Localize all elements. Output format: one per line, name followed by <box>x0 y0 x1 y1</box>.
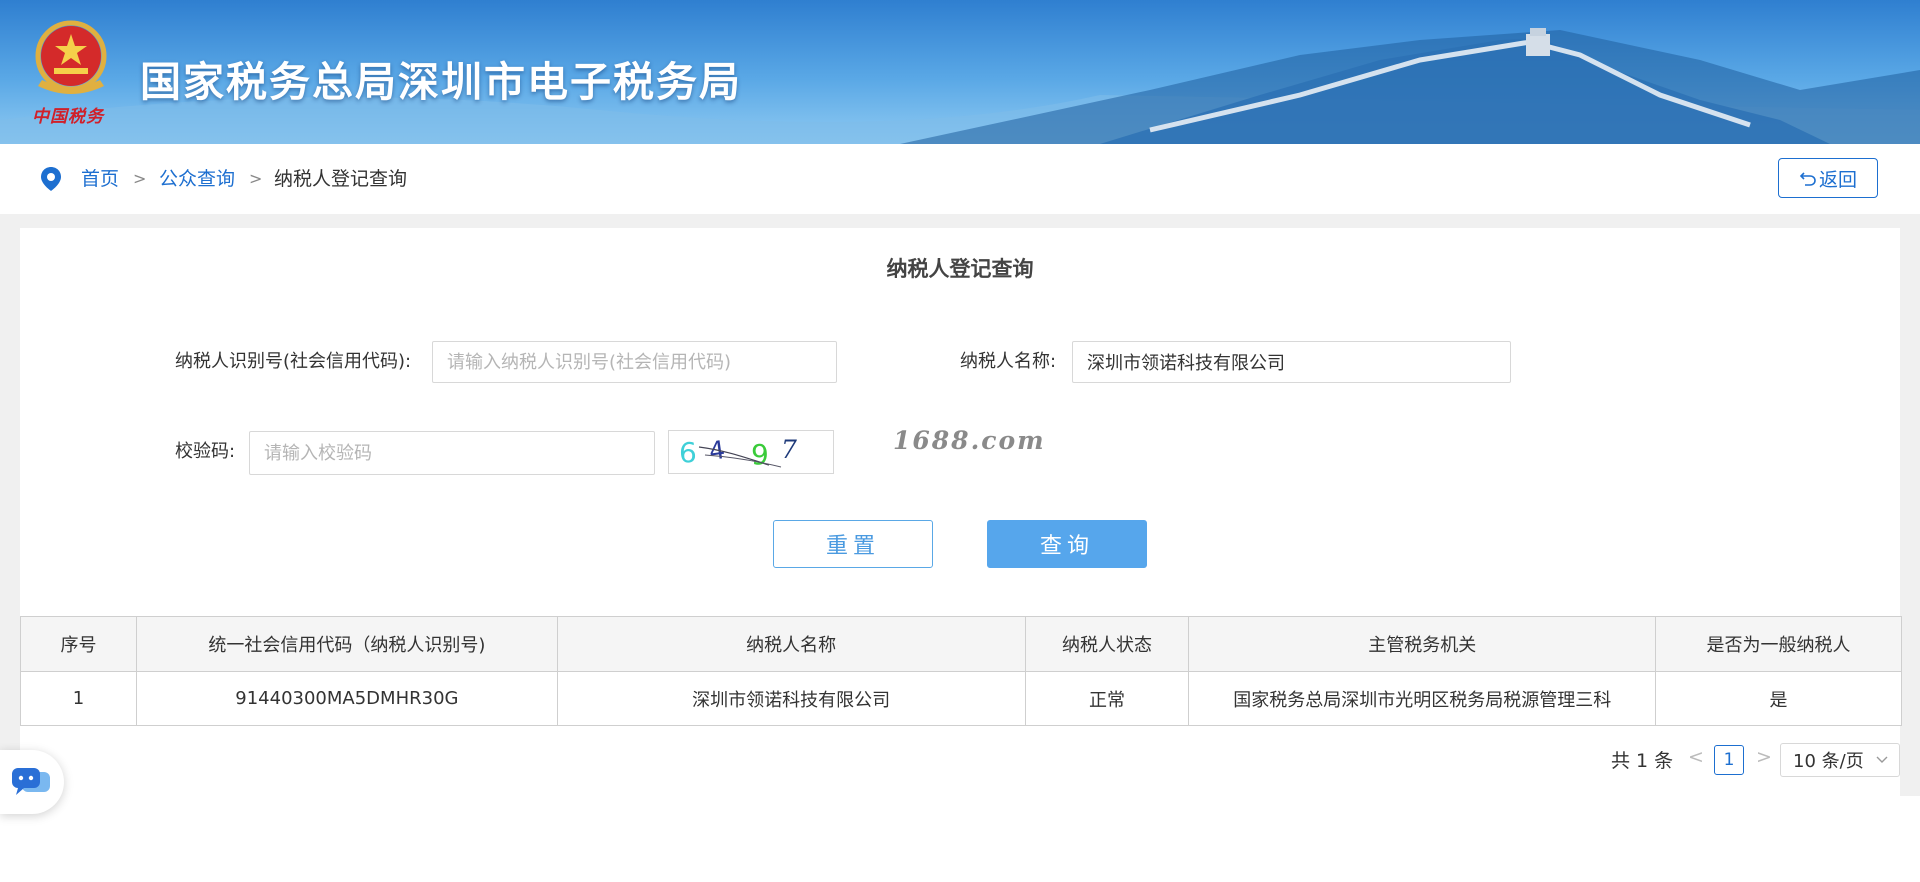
cell-taxpayer-name: 深圳市领诺科技有限公司 <box>556 671 1026 726</box>
emblem-caption: 中国税务 <box>32 107 104 127</box>
breadcrumb: 首页 > 公众查询 > 纳税人登记查询 <box>0 144 1920 214</box>
table-row: 1 91440300MA5DMHR30G 深圳市领诺科技有限公司 正常 国家税务… <box>20 671 1902 726</box>
chat-bubble-icon <box>12 768 50 795</box>
taxpayer-name-input[interactable] <box>1072 341 1511 383</box>
verify-code-input[interactable] <box>249 431 655 475</box>
back-button-label: 返回 <box>1818 168 1857 191</box>
header-banner: 中国税务 国家税务总局深圳市电子税务局 <box>0 0 1920 144</box>
column-header-general-taxpayer: 是否为一般纳税人 <box>1655 616 1902 672</box>
verify-code-label: 校验码: <box>175 441 236 462</box>
page-title: 纳税人登记查询 <box>886 257 1034 281</box>
taxpayer-name-label: 纳税人名称: <box>960 351 1057 372</box>
back-button[interactable]: 返回 <box>1778 158 1878 198</box>
cell-tax-authority: 国家税务总局深圳市光明区税务局税源管理三科 <box>1188 671 1657 726</box>
captcha-char: 6 <box>679 436 697 469</box>
captcha-graphic: 6 4 9 7 <box>679 435 797 471</box>
column-header-taxpayer-name: 纳税人名称 <box>556 616 1026 672</box>
column-header-tax-authority: 主管税务机关 <box>1188 616 1657 672</box>
table-header-row: 序号 统一社会信用代码（纳税人识别号) 纳税人名称 纳税人状态 主管税务机关 是… <box>20 616 1902 672</box>
column-header-taxpayer-status: 纳税人状态 <box>1024 616 1190 672</box>
pagination-page-1[interactable]: 1 <box>1714 745 1744 775</box>
taxpayer-id-input[interactable] <box>432 341 837 383</box>
captcha-char: 9 <box>751 438 769 471</box>
location-pin-icon <box>41 167 61 191</box>
breadcrumb-current: 纳税人登记查询 <box>274 168 408 190</box>
chat-assistant-button[interactable] <box>0 750 64 814</box>
page-size-value: 10 条/页 <box>1793 751 1864 772</box>
pagination-total: 共 1 条 <box>1611 750 1674 772</box>
chevron-down-icon <box>1876 756 1888 763</box>
watermark: 1688.com <box>893 426 1046 455</box>
captcha-image[interactable]: 6 4 9 7 <box>668 430 834 474</box>
query-button[interactable]: 查询 <box>987 520 1147 568</box>
cell-taxpayer-status: 正常 <box>1024 671 1190 726</box>
taxpayer-id-label: 纳税人识别号(社会信用代码): <box>175 351 412 372</box>
undo-arrow-icon <box>1799 172 1816 186</box>
column-header-index: 序号 <box>20 616 137 672</box>
cell-credit-code: 91440300MA5DMHR30G <box>135 671 558 726</box>
pagination-next-button[interactable]: > <box>1756 746 1772 768</box>
cell-index: 1 <box>20 671 137 726</box>
breadcrumb-public-query-link[interactable]: 公众查询 <box>159 166 235 192</box>
breadcrumb-separator: > <box>133 169 147 188</box>
captcha-char: 7 <box>781 435 797 464</box>
cell-general-taxpayer: 是 <box>1655 671 1902 726</box>
page-size-select[interactable]: 10 条/页 <box>1780 743 1900 777</box>
reset-button[interactable]: 重置 <box>773 520 933 568</box>
result-table: 序号 统一社会信用代码（纳税人识别号) 纳税人名称 纳税人状态 主管税务机关 是… <box>20 616 1902 726</box>
column-header-credit-code: 统一社会信用代码（纳税人识别号) <box>135 616 558 672</box>
breadcrumb-home-link[interactable]: 首页 <box>81 166 119 192</box>
pagination-prev-button[interactable]: < <box>1688 746 1704 768</box>
breadcrumb-separator: > <box>249 169 263 188</box>
site-title: 国家税务总局深圳市电子税务局 <box>140 58 742 106</box>
national-emblem-icon <box>35 20 107 94</box>
